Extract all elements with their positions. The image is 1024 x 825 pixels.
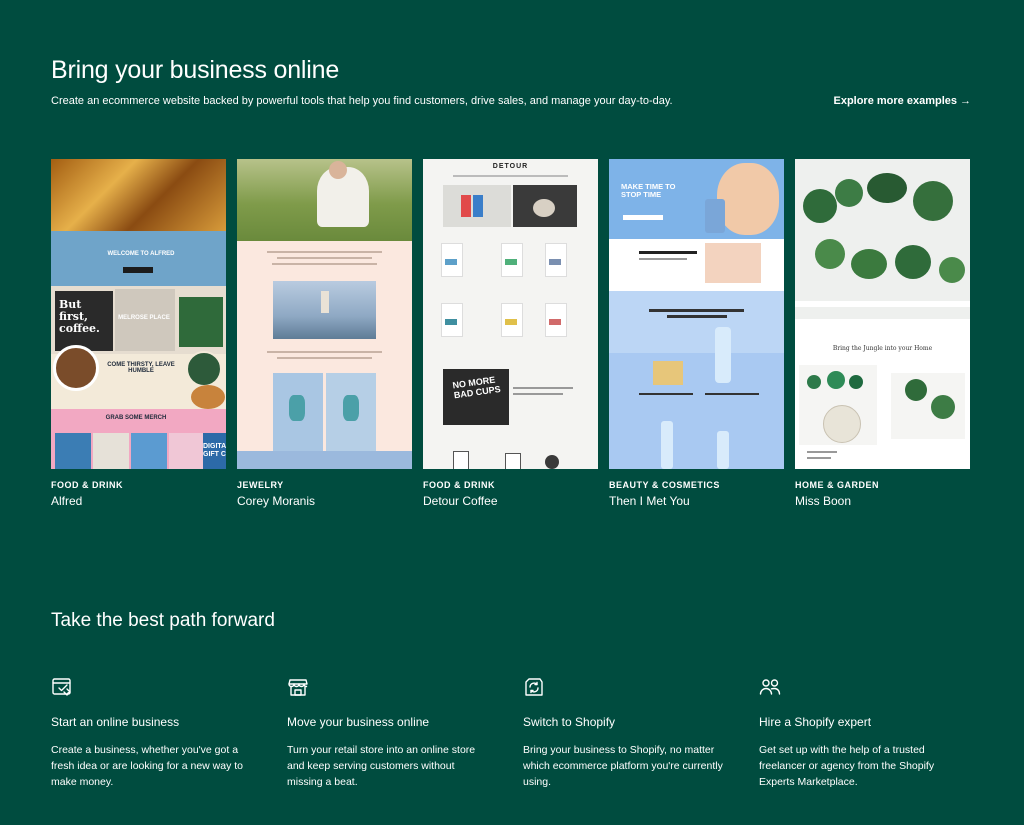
storefront-icon <box>287 676 309 698</box>
example-category: HOME & GARDEN <box>795 480 880 490</box>
explore-more-label: Explore more examples <box>833 95 957 107</box>
feature-title: Move your business online <box>287 715 430 729</box>
example-name: Miss Boon <box>795 494 852 508</box>
feature-title: Start an online business <box>51 715 180 729</box>
feature-title: Switch to Shopify <box>523 715 616 729</box>
example-category: FOOD & DRINK <box>423 480 495 490</box>
example-name: Then I Met You <box>609 494 690 508</box>
feature-description: Bring your business to Shopify, no matte… <box>523 744 723 788</box>
store-setup-icon <box>51 676 73 698</box>
alfred-welcome-text: WELCOME TO ALFRED <box>107 251 175 257</box>
example-category: FOOD & DRINK <box>51 480 123 490</box>
corey-moranis-screenshot[interactable] <box>237 159 412 469</box>
feature-title: Hire a Shopify expert <box>759 715 872 729</box>
example-category: BEAUTY & COSMETICS <box>609 480 720 490</box>
alfred-thirsty-text: COME THIRSTY, LEAVE HUMBLE <box>107 362 175 374</box>
hero-title: Bring your business online <box>51 56 340 84</box>
feature-description: Turn your retail store into an online st… <box>287 744 476 788</box>
people-icon <box>759 676 781 698</box>
feature-description: Create a business, whether you've got a … <box>51 744 244 788</box>
example-name: Detour Coffee <box>423 494 498 508</box>
hero-subtitle: Create an ecommerce website backed by po… <box>51 95 673 107</box>
feature-switch-to-shopify[interactable]: Switch to Shopify Bring your business to… <box>523 676 759 790</box>
example-card-corey-moranis[interactable]: JEWELRY Corey Moranis <box>237 159 412 508</box>
timyou-headline-text: MAKE TIME TO STOP TIME <box>621 182 676 199</box>
feature-description: Get set up with the help of a trusted fr… <box>759 744 935 788</box>
feature-move-business-online[interactable]: Move your business online Turn your reta… <box>287 676 523 790</box>
feature-hire-expert[interactable]: Hire a Shopify expert Get set up with th… <box>759 676 995 790</box>
alfred-merch-text: GRAB SOME MERCH <box>105 415 167 421</box>
alfred-gift-text: DIGITAL GIFT C <box>203 443 226 458</box>
example-name: Corey Moranis <box>237 494 316 508</box>
switch-icon <box>523 676 545 698</box>
example-card-miss-boon[interactable]: Bring the Jungle into your Home HOME & G… <box>795 159 970 508</box>
example-name: Alfred <box>51 494 83 508</box>
path-section-title: Take the best path forward <box>51 610 275 631</box>
miss-boon-screenshot[interactable]: Bring the Jungle into your Home <box>795 159 970 469</box>
example-stores: WELCOME TO ALFRED But first, coffee. MEL… <box>51 159 971 508</box>
then-i-met-you-screenshot[interactable]: MAKE TIME TO STOP TIME <box>609 159 784 469</box>
explore-more-link[interactable]: Explore more examples → <box>833 95 971 107</box>
example-card-then-i-met-you[interactable]: MAKE TIME TO STOP TIME BEAUTY & COSMETIC… <box>609 159 784 508</box>
example-card-detour-coffee[interactable]: DETOUR NO MORE BAD CUPS FOOD & DRINK Det… <box>423 159 598 508</box>
feature-start-online-business[interactable]: Start an online business Create a busine… <box>51 676 287 790</box>
detour-logo-text: DETOUR <box>492 163 529 170</box>
missboon-tagline-text: Bring the Jungle into your Home <box>832 345 933 352</box>
alfred-screenshot[interactable]: WELCOME TO ALFRED But first, coffee. MEL… <box>51 159 226 469</box>
detour-coffee-screenshot[interactable]: DETOUR NO MORE BAD CUPS <box>423 159 598 469</box>
example-card-alfred[interactable]: WELCOME TO ALFRED But first, coffee. MEL… <box>51 159 226 508</box>
arrow-right-icon: → <box>960 95 971 107</box>
alfred-melrose-text: MELROSE PLACE <box>118 315 170 321</box>
example-category: JEWELRY <box>237 480 284 490</box>
path-features: Start an online business Create a busine… <box>51 676 995 790</box>
alfred-coffee-text: But first, coffee. <box>59 298 100 335</box>
